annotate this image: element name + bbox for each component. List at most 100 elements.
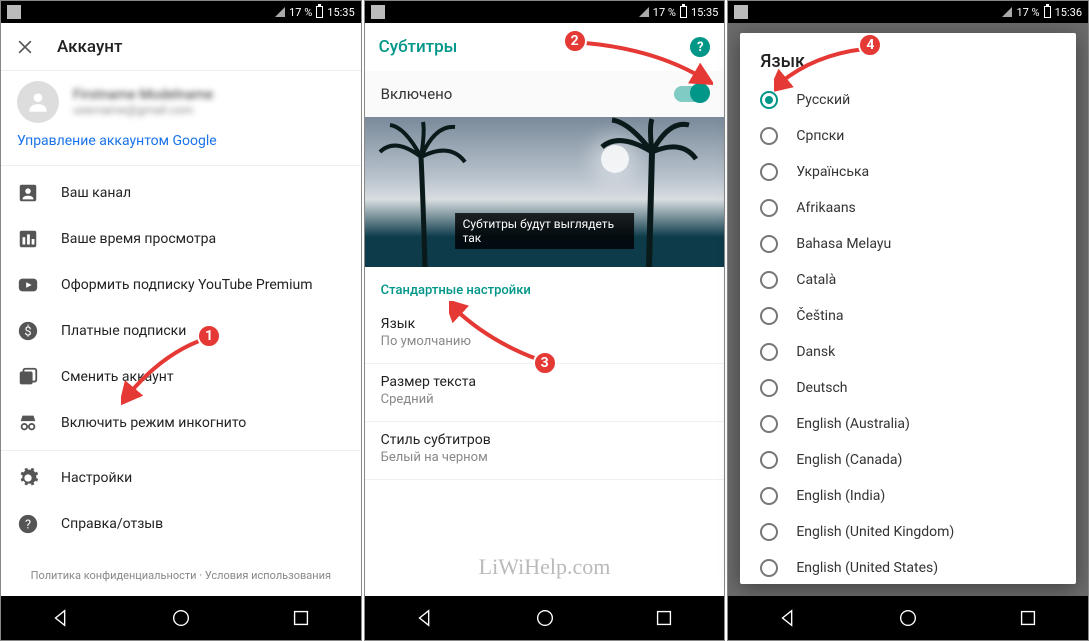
language-list[interactable]: Русский Српски Українська Afrikaans Baha… <box>740 82 1076 584</box>
switch-account-icon <box>17 366 39 388</box>
radio-icon <box>760 199 778 217</box>
menu-label: Ваш канал <box>61 185 131 201</box>
lang-label: Afrikaans <box>796 200 855 216</box>
battery-percent: 17 % <box>289 6 312 19</box>
home-button[interactable] <box>170 607 192 629</box>
notif-icon <box>7 5 21 19</box>
bars-icon <box>17 228 39 250</box>
radio-icon <box>760 271 778 289</box>
lang-option[interactable]: Українська <box>740 154 1076 190</box>
signal-icon <box>275 7 285 17</box>
lang-option[interactable]: Afrikaans <box>740 190 1076 226</box>
lang-option[interactable]: English (Australia) <box>740 406 1076 442</box>
lang-option[interactable]: Deutsch <box>740 370 1076 406</box>
battery-icon <box>316 6 323 18</box>
svg-text:$: $ <box>24 325 31 340</box>
svg-text:?: ? <box>25 518 31 533</box>
lang-option[interactable]: Српски <box>740 118 1076 154</box>
lang-label: Dansk <box>796 344 835 360</box>
close-icon[interactable] <box>15 37 35 57</box>
annotation-badge-2: 2 <box>563 29 587 53</box>
menu-incognito[interactable]: Включить режим инкогнито <box>1 400 361 446</box>
lang-option[interactable]: Bahasa Melayu <box>740 226 1076 262</box>
footer-links[interactable]: Политика конфиденциальности · Условия ис… <box>1 559 361 592</box>
android-navbar <box>365 596 725 640</box>
radio-icon <box>760 307 778 325</box>
radio-icon <box>760 415 778 433</box>
profile-row[interactable]: Firstname Modelname username@gmail.com <box>1 71 361 125</box>
setting-title: Стиль субтитров <box>381 432 709 448</box>
recent-button[interactable] <box>290 607 312 629</box>
clock: 15:35 <box>691 6 718 19</box>
radio-icon <box>760 451 778 469</box>
menu-premium[interactable]: Оформить подписку YouTube Premium <box>1 262 361 308</box>
recent-button[interactable] <box>1017 607 1039 629</box>
lang-option[interactable]: English (Canada) <box>740 442 1076 478</box>
home-button[interactable] <box>534 607 556 629</box>
header-title: Субтитры <box>379 37 458 57</box>
radio-icon <box>760 343 778 361</box>
back-button[interactable] <box>414 607 436 629</box>
setting-subtitle: Белый на черном <box>381 450 709 465</box>
gear-icon <box>17 467 39 489</box>
annotation-badge-1: 1 <box>197 324 221 348</box>
profile-name: Firstname Modelname <box>73 87 213 103</box>
status-bar: 17 % 15:35 <box>1 1 361 23</box>
setting-caption-style[interactable]: Стиль субтитров Белый на черном <box>365 422 725 480</box>
avatar <box>17 81 59 123</box>
radio-icon <box>760 163 778 181</box>
clock: 15:35 <box>327 6 354 19</box>
lang-label: Српски <box>796 128 844 144</box>
header-title: Аккаунт <box>57 37 122 57</box>
lang-label: Català <box>796 272 836 288</box>
radio-icon <box>760 559 778 577</box>
caption-preview: Субтитры будут выглядеть так <box>365 117 725 267</box>
lang-label: Čeština <box>796 308 843 324</box>
annotation-arrow-1 <box>121 336 211 406</box>
youtube-icon <box>17 274 39 296</box>
signal-icon <box>639 7 649 17</box>
dollar-icon: $ <box>17 320 39 342</box>
menu-watch-time[interactable]: Ваше время просмотра <box>1 216 361 262</box>
menu-label: Ваше время просмотра <box>61 231 216 247</box>
lang-option[interactable]: English (United States) <box>740 550 1076 584</box>
lang-option[interactable]: Dansk <box>740 334 1076 370</box>
setting-subtitle: Средний <box>381 392 709 407</box>
menu-label: Настройки <box>61 470 132 486</box>
android-navbar <box>1 596 361 640</box>
setting-title: Размер текста <box>381 374 709 390</box>
caption-sample-text: Субтитры будут выглядеть так <box>455 213 635 249</box>
screen-language-dialog: 17 % 15:36 Язык Русский Српски Українськ… <box>727 0 1089 641</box>
language-dialog: Язык Русский Српски Українська Afrikaans… <box>740 33 1076 584</box>
menu-help[interactable]: ? Справка/отзыв <box>1 501 361 547</box>
home-button[interactable] <box>897 607 919 629</box>
radio-icon <box>760 379 778 397</box>
lang-label: Deutsch <box>796 380 847 396</box>
recent-button[interactable] <box>653 607 675 629</box>
header: Аккаунт <box>1 23 361 71</box>
person-box-icon <box>17 182 39 204</box>
lang-label: English (United States) <box>796 560 938 576</box>
screen-captions: 17 % 15:35 Субтитры ? Включено Субтитры … <box>364 0 726 641</box>
back-button[interactable] <box>50 607 72 629</box>
help-icon: ? <box>17 513 39 535</box>
lang-option[interactable]: English (India) <box>740 478 1076 514</box>
lang-option[interactable]: Čeština <box>740 298 1076 334</box>
notif-icon <box>734 5 748 19</box>
menu-settings[interactable]: Настройки <box>1 455 361 501</box>
manage-account-link[interactable]: Управление аккаунтом Google <box>1 125 361 161</box>
lang-option[interactable]: English (United Kingdom) <box>740 514 1076 550</box>
lang-label: English (India) <box>796 488 885 504</box>
battery-percent: 17 % <box>653 6 676 19</box>
menu-your-channel[interactable]: Ваш канал <box>1 170 361 216</box>
watermark: LiWiHelp.com <box>479 554 611 580</box>
lang-label: English (Australia) <box>796 416 910 432</box>
lang-option[interactable]: Català <box>740 262 1076 298</box>
annotation-arrow-2 <box>583 39 713 89</box>
radio-icon <box>760 235 778 253</box>
menu-label: Оформить подписку YouTube Premium <box>61 277 312 293</box>
back-button[interactable] <box>777 607 799 629</box>
notif-icon <box>371 5 385 19</box>
battery-icon <box>680 6 687 18</box>
lang-label: English (Canada) <box>796 452 902 468</box>
